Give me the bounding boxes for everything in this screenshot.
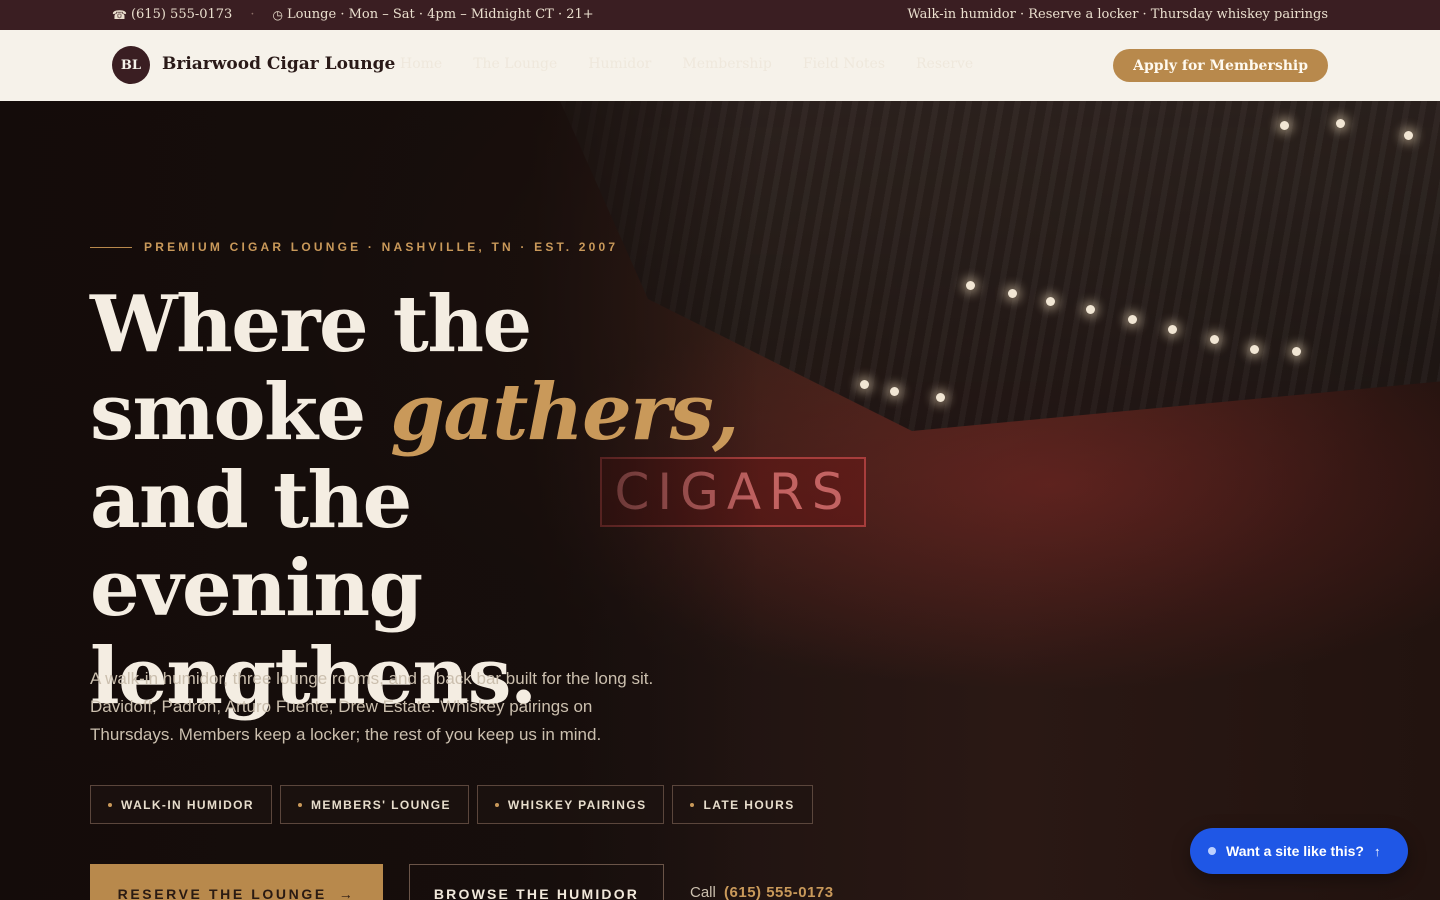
pill-dot (108, 802, 112, 807)
headline-line-2a: smoke (90, 367, 391, 458)
pill-whiskey-pairings: WHISKEY PAIRINGS (476, 785, 665, 824)
ceiling-light (1086, 305, 1095, 314)
topbar-right-text: Walk-in humidor · Reserve a locker · Thu… (907, 7, 1328, 22)
ceiling-light (890, 387, 899, 396)
clock-icon: ◷ (272, 7, 283, 22)
eyebrow-rule (90, 246, 132, 248)
pill-late-hours: LATE HOURS (672, 785, 813, 824)
pill-label: MEMBERS' LOUNGE (310, 797, 451, 812)
brand-name[interactable]: Briarwood Cigar Lounge (162, 54, 395, 74)
pill-members-lounge: MEMBERS' LOUNGE (279, 785, 469, 824)
main-nav: Home The Lounge Humidor Membership Field… (400, 56, 1004, 72)
hero-lede: A walk-in humidor, three lounge rooms, a… (90, 669, 654, 744)
ceiling-light (1292, 347, 1301, 356)
hero-eyebrow: PREMIUM CIGAR LOUNGE · NASHVILLE, TN · E… (90, 240, 618, 254)
ceiling-light (966, 281, 975, 290)
topbar-phone[interactable]: (615) 555-0173 (131, 7, 232, 22)
call-line: Call (615) 555-0173 (690, 884, 834, 900)
topbar-hours: Lounge · Mon – Sat · 4pm – Midnight CT ·… (286, 7, 594, 22)
ceiling-light (1008, 289, 1017, 298)
hero-headline: Where the smoke gathers, and the evening… (90, 281, 750, 721)
pill-dot (690, 802, 695, 807)
top-utility-bar: ☎ (615) 555-0173 · ◷ Lounge · Mon – Sat … (0, 0, 1440, 30)
topbar-divider: · (250, 7, 255, 22)
topbar-left: ☎ (615) 555-0173 · ◷ Lounge · Mon – Sat … (112, 7, 594, 22)
pill-label: WALK-IN HUMIDOR (121, 797, 254, 812)
hero-section: CIGARS PREMIUM CIGAR LOUNGE · NASHVILLE,… (0, 101, 1440, 900)
headline-line-1: Where the (90, 279, 532, 370)
nav-field-notes[interactable]: Field Notes (803, 56, 885, 72)
pill-dot (297, 802, 302, 807)
headline-accent: gathers, (390, 367, 739, 458)
ceiling-light (1336, 119, 1345, 128)
arrow-right-icon: → (338, 886, 356, 900)
logo-badge[interactable]: BL (112, 46, 150, 84)
ceiling-light (1280, 121, 1289, 130)
ceiling-light (936, 393, 945, 402)
reserve-lounge-button[interactable]: RESERVE THE LOUNGE → (90, 864, 383, 900)
pill-label: WHISKEY PAIRINGS (507, 797, 647, 812)
ceiling-light (1404, 131, 1413, 140)
ceiling-light (1128, 315, 1137, 324)
reserve-lounge-label: RESERVE THE LOUNGE (117, 886, 327, 900)
nav-home[interactable]: Home (400, 56, 442, 72)
eyebrow-text: PREMIUM CIGAR LOUNGE · NASHVILLE, TN · E… (144, 240, 619, 254)
nav-the-lounge[interactable]: The Lounge (473, 56, 557, 72)
nav-reserve[interactable]: Reserve (916, 56, 973, 72)
apply-membership-button[interactable]: Apply for Membership (1113, 49, 1328, 82)
nav-humidor[interactable]: Humidor (588, 56, 651, 72)
hero-cta-row: RESERVE THE LOUNGE → BROWSE THE HUMIDOR … (90, 864, 834, 900)
status-dot-icon (1208, 847, 1216, 855)
arrow-up-icon: ↑ (1373, 843, 1381, 859)
browse-humidor-button[interactable]: BROWSE THE HUMIDOR (409, 864, 664, 900)
pill-dot (494, 802, 499, 807)
widget-label: Want a site like this? (1226, 843, 1364, 859)
feature-pills: WALK-IN HUMIDOR MEMBERS' LOUNGE WHISKEY … (90, 785, 821, 824)
ceiling-light (860, 380, 869, 389)
call-label: Call (690, 884, 716, 900)
pill-label: LATE HOURS (703, 797, 795, 812)
call-number-link[interactable]: (615) 555-0173 (724, 884, 834, 900)
want-site-like-this-button[interactable]: Want a site like this? ↑ (1190, 828, 1408, 874)
headline-line-3: and the evening (90, 455, 423, 634)
ceiling-light (1168, 325, 1177, 334)
ceiling-light (1250, 345, 1259, 354)
ceiling-light (1046, 297, 1055, 306)
ceiling-light (1210, 335, 1219, 344)
phone-icon: ☎ (112, 7, 127, 22)
site-header: BL Briarwood Cigar Lounge Home The Loung… (0, 30, 1440, 101)
pill-walk-in-humidor: WALK-IN HUMIDOR (90, 785, 272, 824)
nav-membership[interactable]: Membership (682, 56, 771, 72)
